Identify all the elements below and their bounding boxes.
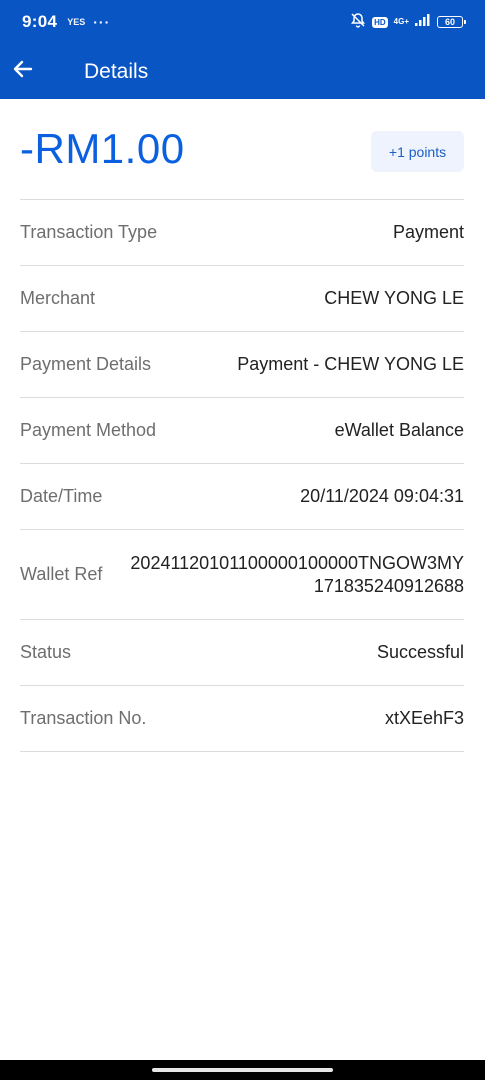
detail-label: Payment Method — [20, 420, 157, 440]
detail-value: 20/11/2024 09:04:31 — [300, 486, 464, 506]
sim-carrier-icon: YES — [67, 17, 86, 27]
network-type-label: 4G+ — [393, 17, 409, 26]
detail-value: xtXEehF3 — [384, 708, 464, 728]
amount-section: -RM1.00 +1 points — [20, 99, 464, 199]
arrow-left-icon — [11, 57, 35, 86]
transaction-details: Transaction Type Payment Merchant CHEW Y… — [20, 199, 464, 752]
app-bar: Details — [0, 44, 485, 99]
detail-label: Merchant — [20, 288, 96, 308]
status-time: 9:04 — [22, 12, 58, 31]
detail-row-payment-details: Payment Details Payment - CHEW YONG LE — [20, 332, 464, 398]
detail-value: CHEW YONG LE — [324, 288, 464, 308]
battery-level: 60 — [444, 17, 455, 27]
detail-value: 20241120101100000100000TNGOW3MY171835240… — [130, 552, 464, 596]
detail-row-wallet-ref: Wallet Ref 20241120101100000100000TNGOW3… — [20, 530, 464, 620]
points-badge: +1 points — [371, 131, 464, 172]
page-title: Details — [84, 59, 149, 83]
signal-icon — [415, 13, 431, 31]
detail-label: Transaction No. — [20, 708, 147, 728]
detail-label: Payment Details — [20, 354, 152, 374]
hd-voice-icon: HD — [372, 16, 388, 28]
detail-row-payment-method: Payment Method eWallet Balance — [20, 398, 464, 464]
more-notifications-icon: ··· — [93, 14, 111, 30]
transaction-amount: -RM1.00 — [20, 125, 185, 172]
detail-row-date-time: Date/Time 20/11/2024 09:04:31 — [20, 464, 464, 530]
detail-label: Transaction Type — [20, 222, 158, 242]
home-gesture-handle[interactable] — [152, 1068, 333, 1072]
bell-muted-icon — [350, 12, 366, 33]
detail-row-status: Status Successful — [20, 620, 464, 686]
detail-value: Successful — [376, 642, 464, 662]
detail-row-transaction-no: Transaction No. xtXEehF3 — [20, 686, 464, 752]
detail-value: Payment — [392, 222, 464, 242]
detail-label: Wallet Ref — [20, 564, 103, 584]
detail-row-merchant: Merchant CHEW YONG LE — [20, 266, 464, 332]
detail-label: Date/Time — [20, 486, 103, 506]
back-button[interactable] — [0, 49, 46, 95]
detail-value: eWallet Balance — [334, 420, 464, 440]
detail-label: Status — [20, 642, 72, 662]
detail-row-transaction-type: Transaction Type Payment — [20, 200, 464, 266]
status-icons: HD 4G+ 60 — [350, 12, 466, 33]
system-nav-bar — [0, 1060, 485, 1080]
status-bar: 9:04 YES ··· HD 4G+ 60 — [0, 0, 485, 44]
detail-value: Payment - CHEW YONG LE — [237, 354, 464, 374]
battery-icon: 60 — [437, 16, 466, 28]
